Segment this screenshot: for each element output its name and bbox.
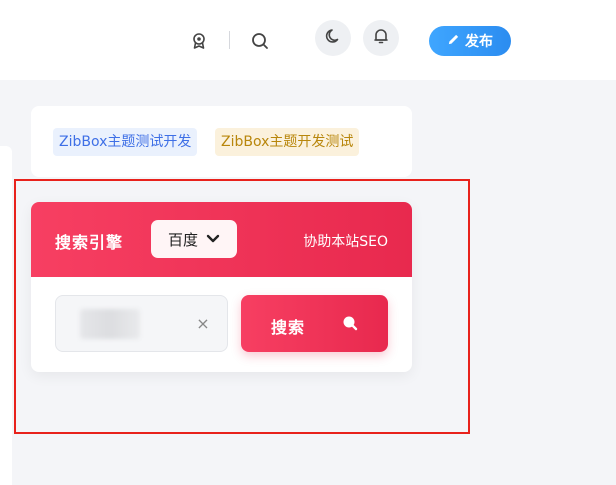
left-panel-edge (0, 146, 12, 485)
publish-label: 发布 (465, 34, 493, 50)
highlight-annotation-box (14, 179, 470, 434)
pencil-icon (447, 33, 460, 50)
top-header: 发布 (0, 0, 616, 80)
search-icon[interactable] (249, 30, 271, 52)
notifications-button[interactable] (363, 20, 399, 56)
tag-link[interactable]: ZibBox主题测试开发 (53, 128, 198, 156)
tag-card: ZibBox主题测试开发 ZibBox主题开发测试 (31, 106, 412, 177)
badge-icon[interactable] (188, 30, 210, 52)
tag-link[interactable]: ZibBox主题开发测试 (215, 128, 360, 156)
bell-icon (372, 27, 390, 49)
header-divider (229, 31, 230, 49)
publish-button[interactable]: 发布 (429, 26, 511, 56)
theme-toggle-button[interactable] (315, 20, 351, 56)
moon-icon (324, 27, 342, 49)
